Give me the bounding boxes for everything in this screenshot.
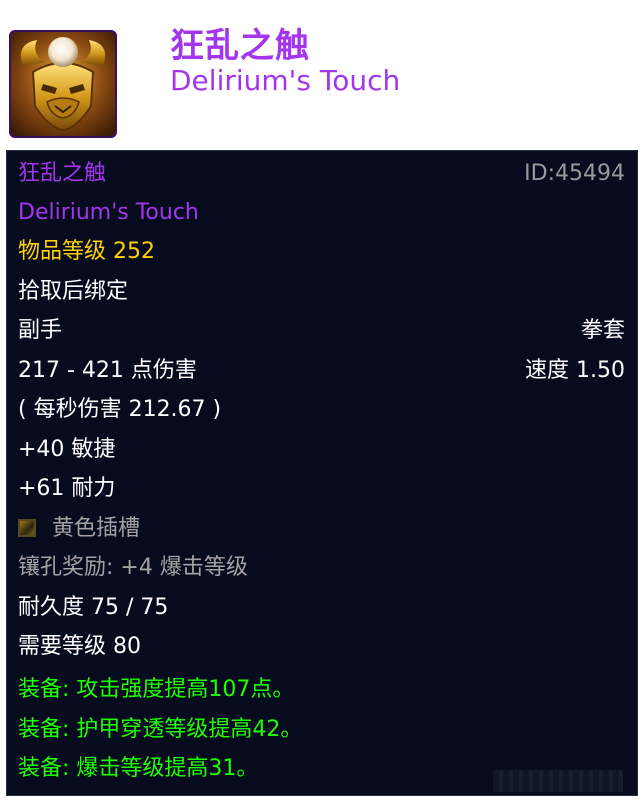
item-tooltip: 狂乱之触 ID:45494 Delirium's Touch 物品等级 252 … <box>6 150 638 796</box>
equip-effect-1: 装备: 攻击强度提高107点。 <box>18 677 295 702</box>
slot-text: 副手 <box>18 318 63 343</box>
golden-mask-icon[interactable] <box>9 30 117 138</box>
required-level: 需要等级 80 <box>18 634 141 659</box>
item-level: 物品等级 252 <box>18 239 155 264</box>
item-name-cn: 狂乱之触 <box>18 161 107 186</box>
item-title-cn: 狂乱之触 <box>170 26 310 66</box>
watermark <box>493 770 623 792</box>
item-title-en: Delirium's Touch <box>170 64 401 97</box>
item-id: ID:45494 <box>524 161 625 186</box>
stat-agility: +40 敏捷 <box>18 437 116 462</box>
socket-bonus: 镶孔奖励: +4 爆击等级 <box>18 555 248 580</box>
item-header: 狂乱之触 Delirium's Touch <box>0 0 640 148</box>
equip-effect-2: 装备: 护甲穿透等级提高42。 <box>18 717 303 742</box>
item-name-en: Delirium's Touch <box>18 200 199 225</box>
socket-text: 黄色插槽 <box>52 516 141 541</box>
weapon-type: 拳套 <box>580 318 625 343</box>
damage-text: 217 - 421 点伤害 <box>18 358 197 383</box>
yellow-socket-icon <box>18 519 36 537</box>
binding-text: 拾取后绑定 <box>18 279 129 304</box>
slot-row: 副手 拳套 <box>18 316 625 346</box>
socket-row: 黄色插槽 <box>18 514 625 544</box>
stat-stamina: +61 耐力 <box>18 476 116 501</box>
damage-row: 217 - 421 点伤害 速度 1.50 <box>18 356 625 386</box>
tooltip-name-row: 狂乱之触 ID:45494 <box>18 159 625 189</box>
dps-text: ( 每秒伤害 212.67 ) <box>18 397 222 422</box>
speed-text: 速度 1.50 <box>525 358 625 383</box>
durability-text: 耐久度 75 / 75 <box>18 595 169 620</box>
